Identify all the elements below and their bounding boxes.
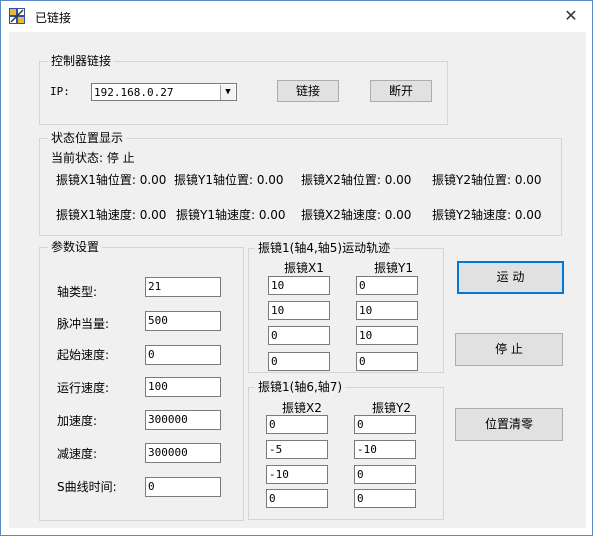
track1-y-input-2[interactable]: 10 <box>356 301 418 320</box>
speed-x1-text: 振镜X1轴速度: 0.00 <box>56 208 167 222</box>
client-area: 控制器链接 IP: 192.168.0.27 ▼ 链接 断开 状态位置显示 当前… <box>9 32 586 528</box>
ip-value: 192.168.0.27 <box>94 86 174 99</box>
speed-y1-text: 振镜Y1轴速度: 0.00 <box>176 208 286 222</box>
main-window: 已链接 ✕ 控制器链接 IP: 192.168.0.27 ▼ 链接 断开 状态位… <box>0 0 593 536</box>
track1-group-title: 振镜1(轴4,轴5)运动轨迹 <box>255 240 394 256</box>
close-icon[interactable]: ✕ <box>557 5 585 27</box>
track2-x-input-2[interactable]: -5 <box>266 440 328 459</box>
disconnect-button[interactable]: 断开 <box>370 80 432 102</box>
track1-col-x-label: 振镜X1 <box>284 261 324 275</box>
connect-button[interactable]: 链接 <box>277 80 339 102</box>
track1-y-input-1[interactable]: 0 <box>356 276 418 295</box>
axis-type-input[interactable]: 21 <box>145 277 221 297</box>
deceleration-input[interactable]: 300000 <box>145 443 221 463</box>
position-y2-text: 振镜Y2轴位置: 0.00 <box>432 173 542 187</box>
run-button[interactable]: 运 动 <box>457 261 564 294</box>
s-curve-time-input[interactable]: 0 <box>145 477 221 497</box>
position-y1-text: 振镜Y1轴位置: 0.00 <box>174 173 284 187</box>
position-x1-text: 振镜X1轴位置: 0.00 <box>56 173 167 187</box>
track1-y-input-4[interactable]: 0 <box>356 352 418 371</box>
title-bar: 已链接 ✕ <box>1 1 592 31</box>
window-title: 已链接 <box>35 11 72 25</box>
start-speed-input[interactable]: 0 <box>145 345 221 365</box>
deceleration-label: 减速度: <box>57 447 98 461</box>
app-icon <box>9 8 25 24</box>
track1-y-input-3[interactable]: 10 <box>356 326 418 345</box>
acceleration-label: 加速度: <box>57 414 98 428</box>
track1-x-input-1[interactable]: 10 <box>268 276 330 295</box>
pulse-equivalent-label: 脉冲当量: <box>57 317 110 331</box>
track2-col-y-label: 振镜Y2 <box>372 401 411 415</box>
track2-y-input-3[interactable]: 0 <box>354 465 416 484</box>
track1-x-input-2[interactable]: 10 <box>268 301 330 320</box>
run-speed-label: 运行速度: <box>57 381 110 395</box>
track1-x-input-4[interactable]: 0 <box>268 352 330 371</box>
speed-x2-text: 振镜X2轴速度: 0.00 <box>301 208 412 222</box>
track2-y-input-2[interactable]: -10 <box>354 440 416 459</box>
current-state-text: 当前状态: 停 止 <box>51 151 135 165</box>
chevron-down-icon[interactable]: ▼ <box>220 85 235 100</box>
s-curve-time-label: S曲线时间: <box>57 480 117 494</box>
track2-x-input-3[interactable]: -10 <box>266 465 328 484</box>
run-speed-input[interactable]: 100 <box>145 377 221 397</box>
speed-y2-text: 振镜Y2轴速度: 0.00 <box>432 208 542 222</box>
track1-col-y-label: 振镜Y1 <box>374 261 413 275</box>
stop-button[interactable]: 停 止 <box>455 333 563 366</box>
axis-type-label: 轴类型: <box>57 285 98 299</box>
params-group-title: 参数设置 <box>48 239 103 255</box>
controller-group-title: 控制器链接 <box>48 53 115 69</box>
track1-x-input-3[interactable]: 0 <box>268 326 330 345</box>
ip-combobox[interactable]: 192.168.0.27 ▼ <box>91 83 237 101</box>
acceleration-input[interactable]: 300000 <box>145 410 221 430</box>
track2-group-title: 振镜1(轴6,轴7) <box>255 379 346 395</box>
track2-x-input-4[interactable]: 0 <box>266 489 328 508</box>
track2-x-input-1[interactable]: 0 <box>266 415 328 434</box>
position-x2-text: 振镜X2轴位置: 0.00 <box>301 173 412 187</box>
ip-label: IP: <box>50 85 70 98</box>
track2-col-x-label: 振镜X2 <box>282 401 322 415</box>
pulse-equivalent-input[interactable]: 500 <box>145 311 221 331</box>
status-group-title: 状态位置显示 <box>48 130 127 146</box>
track2-y-input-1[interactable]: 0 <box>354 415 416 434</box>
start-speed-label: 起始速度: <box>57 348 110 362</box>
track2-y-input-4[interactable]: 0 <box>354 489 416 508</box>
zero-position-button[interactable]: 位置清零 <box>455 408 563 441</box>
